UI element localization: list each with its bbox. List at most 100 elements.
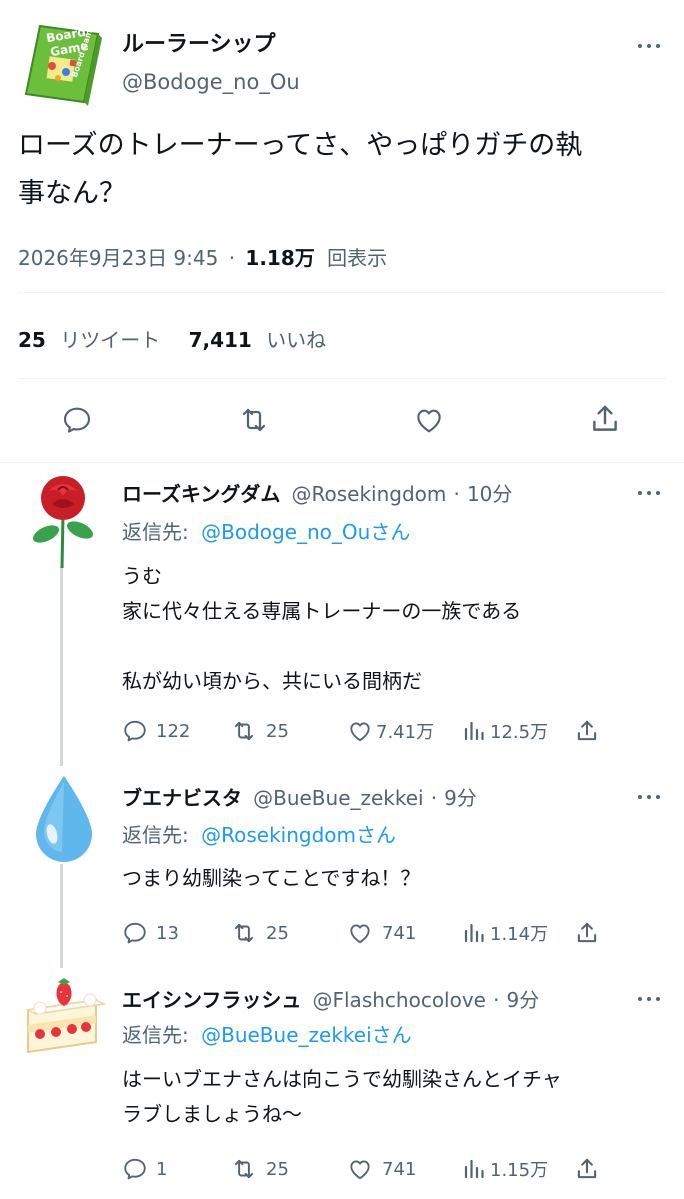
retweet-label[interactable]: リツイート — [60, 328, 160, 352]
reply-views-action[interactable]: 12.5万 — [462, 718, 548, 744]
reply-display-name[interactable]: ローズキングダム — [122, 482, 280, 506]
reply-to-handle[interactable]: @Bodoge_no_Ouさん — [201, 520, 410, 544]
reply-body-line: はーいブエナさんは向こうで幼馴染さんとイチャ — [122, 1067, 562, 1091]
retweet-icon — [234, 1159, 254, 1179]
like-count[interactable]: 7,411 — [189, 328, 252, 352]
reply-handle[interactable]: @Flashchocolove — [313, 988, 487, 1012]
share-icon[interactable] — [574, 920, 600, 946]
views-icon — [464, 721, 484, 741]
like-icon — [350, 924, 370, 944]
main-display-name[interactable]: ルーラーシップ — [122, 26, 276, 58]
retweet-icon — [234, 721, 254, 741]
reply-body-line: 家に代々仕える専属トレーナーの一族である — [122, 599, 522, 623]
divider — [18, 292, 666, 293]
reply-views-action[interactable]: 1.15万 — [462, 1156, 548, 1182]
reply-retweet-action[interactable]: 25 — [230, 920, 289, 946]
reply-icon — [124, 720, 146, 742]
reply-to-handle[interactable]: @BueBue_zekkeiさん — [201, 1023, 412, 1047]
retweet-icon — [234, 923, 254, 943]
reply-retweet-action[interactable]: 25 — [230, 718, 289, 744]
reply-icon[interactable] — [60, 404, 94, 436]
main-tweet-text-line1: ローズのトレーナーってさ、やっぱりガチの執 — [18, 130, 583, 161]
like-count: 7.41万 — [376, 722, 435, 743]
reply-avatar-cake[interactable] — [20, 974, 108, 1058]
views-icon — [464, 1159, 484, 1179]
main-views: 1.18万 — [245, 246, 315, 270]
retweet-icon[interactable] — [236, 404, 272, 436]
reply-like-action[interactable]: 741 — [346, 1156, 416, 1182]
reply-to-label: 返信先: — [122, 823, 189, 847]
more-icon[interactable] — [638, 793, 664, 801]
reply-to-label: 返信先: — [122, 520, 189, 544]
retweet-count: 25 — [266, 922, 289, 944]
reply-views-action[interactable]: 1.14万 — [462, 920, 548, 946]
main-handle[interactable]: @Bodoge_no_Ou — [122, 70, 300, 94]
main-views-label: 回表示 — [327, 246, 388, 270]
views-icon — [464, 923, 484, 943]
reply-display-name[interactable]: エイシンフラッシュ — [122, 988, 301, 1012]
main-avatar[interactable]: Board Game Board Game — [18, 20, 106, 108]
reply-time[interactable]: 9分 — [507, 988, 540, 1012]
retweet-count: 25 — [266, 720, 289, 742]
reply-like-action[interactable]: 741 — [346, 920, 416, 946]
retweet-count[interactable]: 25 — [18, 328, 46, 352]
reply-time[interactable]: 10分 — [467, 482, 512, 506]
share-icon[interactable] — [574, 1156, 600, 1182]
more-icon[interactable] — [638, 489, 664, 497]
reply-to: 返信先: @Bodoge_no_Ouさん — [122, 516, 410, 545]
meta-separator: · — [228, 246, 236, 270]
reply-sep: · — [493, 988, 500, 1012]
like-label[interactable]: いいね — [266, 328, 326, 352]
reply-body-line: うむ — [122, 564, 162, 588]
divider — [0, 462, 684, 463]
reply-body: はーいブエナさんは向こうで幼馴染さんとイチャ ラブしましょうね〜 — [122, 1062, 562, 1132]
like-count: 741 — [382, 1158, 417, 1180]
divider — [18, 378, 666, 379]
reply-avatar-drop[interactable] — [22, 772, 106, 864]
more-icon[interactable] — [638, 42, 664, 50]
reply-to-handle[interactable]: @Rosekingdomさん — [201, 823, 396, 847]
reply-header: ローズキングダム @Rosekingdom · 10分 — [122, 478, 512, 507]
main-tweet-text-line2: 事なん？ — [18, 178, 126, 209]
reply-reply-action[interactable]: 122 — [122, 718, 190, 744]
reply-header: ブエナビスタ @BueBue_zekkei · 9分 — [122, 782, 477, 811]
like-icon — [350, 722, 370, 742]
reply-icon — [124, 1158, 146, 1180]
reply-display-name[interactable]: ブエナビスタ — [122, 786, 242, 810]
more-icon[interactable] — [638, 995, 664, 1003]
reply-retweet-action[interactable]: 25 — [230, 1156, 289, 1182]
reply-avatar-rose[interactable] — [18, 472, 108, 569]
reply-count: 122 — [156, 720, 191, 742]
thread-line — [60, 864, 63, 968]
reply-like-action[interactable]: 7.41万 — [346, 718, 434, 744]
reply-body: つまり幼馴染ってことですね！？ — [122, 861, 420, 896]
like-icon — [350, 1160, 370, 1180]
reply-sep: · — [430, 786, 438, 810]
reply-count: 1 — [156, 1158, 168, 1180]
reply-to: 返信先: @Rosekingdomさん — [122, 819, 396, 848]
reply-reply-action[interactable]: 13 — [122, 920, 179, 946]
reply-body-line: つまり幼馴染ってことですね！？ — [122, 866, 421, 890]
reply-to-label: 返信先: — [122, 1023, 189, 1047]
retweet-count: 25 — [266, 1158, 289, 1180]
views-count: 1.14万 — [490, 924, 549, 945]
like-count: 741 — [382, 922, 417, 944]
reply-body: うむ 家に代々仕える専属トレーナーの一族である 私が幼い頃から、共にいる間柄だ — [122, 559, 521, 699]
reply-header: エイシンフラッシュ @Flashchocolove · 9分 — [122, 984, 539, 1013]
reply-handle[interactable]: @BueBue_zekkei — [253, 786, 424, 810]
reply-sep: · — [453, 482, 460, 506]
reply-body-line: ラブしましょうね〜 — [122, 1102, 302, 1126]
main-meta: 2026年9月23日 9:45 · 1.18万 回表示 — [18, 242, 387, 271]
reply-time[interactable]: 9分 — [444, 786, 477, 810]
share-icon[interactable] — [588, 402, 622, 436]
thread-line — [60, 566, 63, 766]
main-engagement: 25 リツイート 7,411 いいね — [18, 324, 326, 353]
reply-body-line: 私が幼い頃から、共にいる間柄だ — [122, 669, 422, 693]
reply-handle[interactable]: @Rosekingdom — [292, 482, 447, 506]
share-icon[interactable] — [574, 718, 600, 744]
main-timestamp[interactable]: 2026年9月23日 9:45 — [18, 246, 218, 270]
reply-reply-action[interactable]: 1 — [122, 1156, 167, 1182]
main-tweet-text: ローズのトレーナーってさ、やっぱりガチの執 事なん？ — [18, 122, 582, 218]
like-icon[interactable] — [412, 404, 446, 436]
reply-icon — [124, 922, 146, 944]
